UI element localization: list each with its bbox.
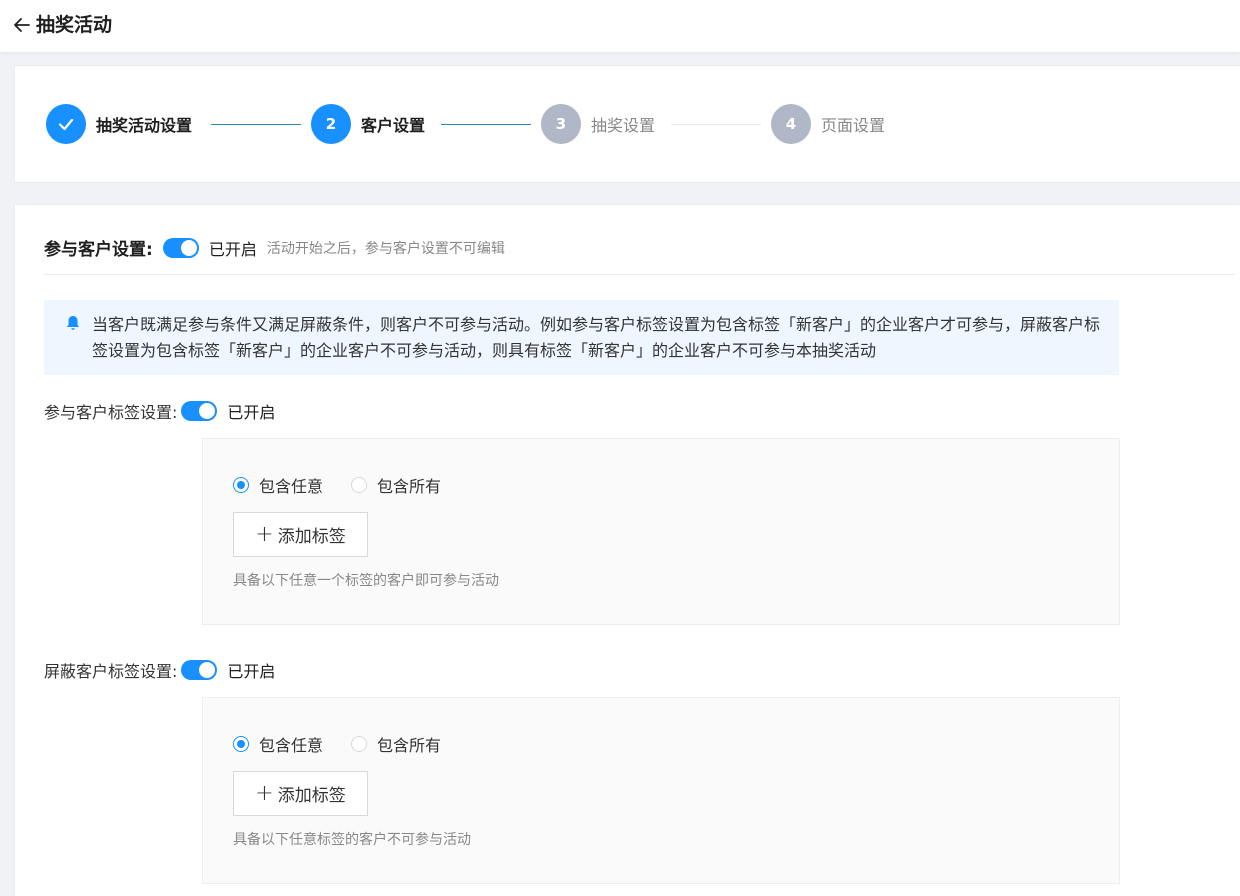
include-tags-row: 参与客户标签设置: 已开启 xyxy=(44,399,275,423)
include-match-radio-group: 包含任意 包含所有 xyxy=(233,473,469,497)
include-tags-panel: 包含任意 包含所有 + 添加标签 具备以下任意一个标签的客户即可参与活动 xyxy=(202,438,1120,625)
toggle-knob xyxy=(199,403,216,419)
exclude-match-radio-group: 包含任意 包含所有 xyxy=(233,732,469,756)
participate-status: 已开启 xyxy=(208,239,257,259)
radio-label: 包含所有 xyxy=(377,736,442,755)
include-radio-all[interactable]: 包含所有 xyxy=(351,473,441,497)
plus-icon: + xyxy=(255,521,274,547)
exclude-tags-status: 已开启 xyxy=(227,662,276,681)
notice-box: 当客户既满足参与条件又满足屏蔽条件，则客户不可参与活动。例如参与客户标签设置为包… xyxy=(44,300,1119,375)
include-radio-any[interactable]: 包含任意 xyxy=(233,473,323,497)
step-activity-settings[interactable]: 抽奖活动设置 xyxy=(46,104,192,144)
exclude-tags-row: 屏蔽客户标签设置: 已开启 xyxy=(44,658,275,682)
step-lottery-settings[interactable]: 3 抽奖设置 xyxy=(541,104,655,144)
step-connector xyxy=(211,124,301,125)
exclude-radio-all[interactable]: 包含所有 xyxy=(351,732,441,756)
radio-checked xyxy=(233,736,249,752)
step-connector xyxy=(671,124,761,125)
radio-unchecked xyxy=(351,736,368,752)
radio-unchecked xyxy=(351,477,368,493)
page-header: 抽奖活动 xyxy=(0,0,1240,52)
participate-toggle[interactable] xyxy=(162,237,199,258)
include-tags-status: 已开启 xyxy=(227,403,276,422)
radio-label: 包含任意 xyxy=(259,736,324,755)
step-label: 抽奖设置 xyxy=(591,116,656,135)
step-label: 抽奖活动设置 xyxy=(96,116,193,135)
step-label: 页面设置 xyxy=(821,116,886,135)
add-tag-label: 添加标签 xyxy=(277,786,346,806)
step-circle-number: 2 xyxy=(311,104,351,144)
back-button[interactable]: 抽奖活动 xyxy=(12,14,112,36)
steps-bar: 抽奖活动设置 2 客户设置 3 抽奖设置 4 页面设置 xyxy=(14,65,1240,183)
page-title: 抽奖活动 xyxy=(36,14,113,36)
step-circle-number: 3 xyxy=(541,104,581,144)
participate-setting-row: 参与客户设置: 已开启 活动开始之后，参与客户设置不可编辑 xyxy=(44,235,505,260)
exclude-tags-hint: 具备以下任意标签的客户不可参与活动 xyxy=(233,832,471,848)
radio-checked xyxy=(233,477,249,493)
toggle-knob xyxy=(180,239,197,256)
step-circle-number: 4 xyxy=(771,104,811,144)
check-icon xyxy=(58,118,74,131)
exclude-radio-any[interactable]: 包含任意 xyxy=(233,732,323,756)
include-add-tag-button[interactable]: + 添加标签 xyxy=(233,512,368,557)
exclude-tags-label: 屏蔽客户标签设置: xyxy=(44,662,178,681)
bell-icon xyxy=(67,316,79,330)
include-tags-hint: 具备以下任意一个标签的客户即可参与活动 xyxy=(233,573,499,589)
radio-label: 包含所有 xyxy=(377,477,442,496)
arrow-left-icon xyxy=(14,18,30,32)
step-customer-settings[interactable]: 2 客户设置 xyxy=(311,104,425,144)
participate-label: 参与客户设置: xyxy=(44,240,153,260)
participate-hint: 活动开始之后，参与客户设置不可编辑 xyxy=(266,240,505,257)
step-label: 客户设置 xyxy=(361,116,426,135)
step-circle-done xyxy=(46,104,86,144)
step-connector xyxy=(441,124,531,125)
exclude-tags-toggle[interactable] xyxy=(181,660,218,680)
plus-icon: + xyxy=(255,780,274,806)
customer-settings-card: 参与客户设置: 已开启 活动开始之后，参与客户设置不可编辑 当客户既满足参与条件… xyxy=(14,204,1240,896)
radio-label: 包含任意 xyxy=(259,477,324,496)
toggle-knob xyxy=(199,662,216,678)
include-tags-label: 参与客户标签设置: xyxy=(44,403,178,422)
notice-text: 当客户既满足参与条件又满足屏蔽条件，则客户不可参与活动。例如参与客户标签设置为包… xyxy=(92,315,1101,360)
exclude-add-tag-button[interactable]: + 添加标签 xyxy=(233,771,368,816)
add-tag-label: 添加标签 xyxy=(277,527,346,547)
step-page-settings[interactable]: 4 页面设置 xyxy=(771,104,885,144)
exclude-tags-panel: 包含任意 包含所有 + 添加标签 具备以下任意标签的客户不可参与活动 xyxy=(202,697,1120,884)
include-tags-toggle[interactable] xyxy=(181,401,218,421)
divider xyxy=(44,274,1235,275)
